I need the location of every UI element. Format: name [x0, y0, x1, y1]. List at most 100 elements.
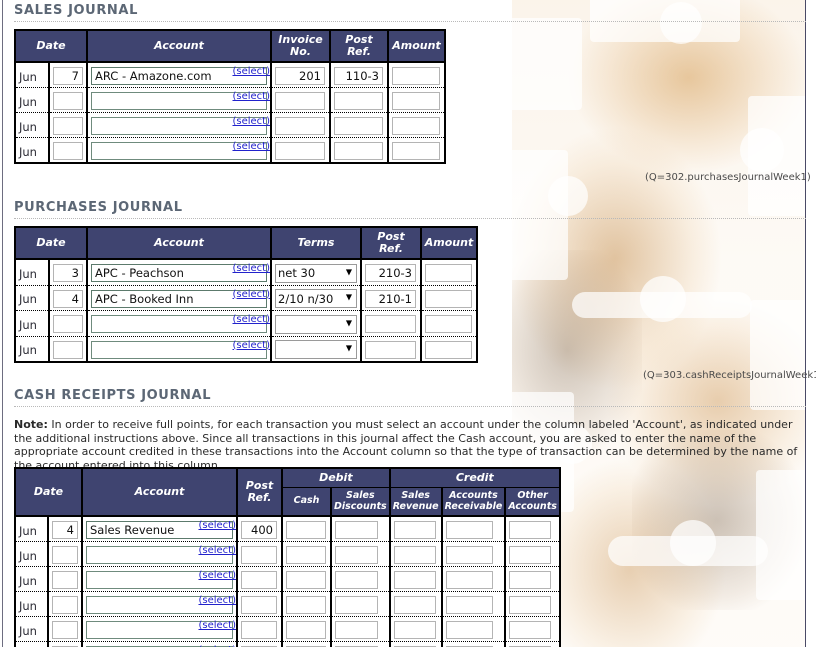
- cr-sales-discounts-input[interactable]: [335, 621, 378, 639]
- sales-day-input[interactable]: [53, 142, 83, 160]
- purchases-terms-select[interactable]: 2/10 n/30: [275, 289, 357, 308]
- cr-sales-revenue-input[interactable]: [393, 621, 436, 639]
- cr-postref-input[interactable]: [241, 521, 277, 539]
- purchases-account-cell: (select): [86, 310, 272, 337]
- purchases-col-amount: Amount: [420, 227, 478, 260]
- cr-col-other-accounts: Other Accounts: [504, 487, 561, 517]
- purchases-amount-input[interactable]: [425, 264, 472, 283]
- sales-amount-cell: [387, 137, 446, 163]
- cr-sales-discounts-input[interactable]: [335, 546, 378, 564]
- purchases-day-input[interactable]: [53, 315, 83, 334]
- cr-other-accounts-input[interactable]: [509, 546, 552, 564]
- cr-accounts-receivable-input[interactable]: [445, 521, 493, 539]
- purchases-postref-input[interactable]: [365, 315, 416, 334]
- sales-invoice-input[interactable]: [275, 92, 325, 110]
- purchases-day-input[interactable]: [53, 264, 83, 283]
- cr-accounts-receivable-input[interactable]: [445, 596, 493, 614]
- cr-sales-revenue-input[interactable]: [393, 596, 436, 614]
- sales-account-select-link[interactable]: (select): [232, 91, 270, 102]
- sales-account-select-link[interactable]: (select): [232, 141, 270, 152]
- purchases-day-cell: [48, 336, 88, 362]
- cr-postref-input[interactable]: [241, 596, 277, 614]
- cr-other-accounts-input[interactable]: [509, 521, 552, 539]
- purchases-postref-input[interactable]: [365, 264, 416, 283]
- sales-day-input[interactable]: [53, 117, 83, 135]
- sales-postref-input[interactable]: [334, 92, 383, 110]
- cr-cash-cell: [281, 591, 332, 617]
- purchases-amount-input[interactable]: [425, 340, 472, 359]
- cr-account-select-link[interactable]: (select): [198, 620, 236, 631]
- cr-account-select-link[interactable]: (select): [198, 595, 236, 606]
- table-row: Jun (select): [14, 566, 561, 592]
- cr-postref-input[interactable]: [241, 571, 277, 589]
- purchases-postref-input[interactable]: [365, 340, 416, 359]
- sales-amount-input[interactable]: [392, 92, 440, 110]
- purchases-amount-input[interactable]: [425, 315, 472, 334]
- purchases-col-account: Account: [86, 227, 272, 260]
- purchases-terms-select[interactable]: net 30: [275, 263, 357, 283]
- cr-postref-cell: [236, 541, 283, 567]
- cr-other-accounts-input[interactable]: [509, 571, 552, 589]
- purchases-day-input[interactable]: [53, 289, 83, 308]
- sales-amount-input[interactable]: [392, 117, 440, 135]
- cr-accounts-receivable-input[interactable]: [445, 571, 493, 589]
- sales-day-input[interactable]: [53, 67, 83, 85]
- cr-account-select-link[interactable]: (select): [198, 545, 236, 556]
- cr-cash-input[interactable]: [286, 596, 326, 614]
- purchases-amount-input[interactable]: [425, 289, 472, 308]
- cr-sales-discounts-input[interactable]: [335, 521, 378, 539]
- purchases-postref-input[interactable]: [365, 289, 416, 308]
- cr-cash-input[interactable]: [286, 521, 326, 539]
- cr-postref-input[interactable]: [241, 621, 277, 639]
- sales-account-select-link[interactable]: (select): [232, 116, 270, 127]
- cr-day-input[interactable]: [52, 596, 78, 614]
- sales-account-cell: (select): [86, 62, 272, 88]
- purchases-day-input[interactable]: [53, 340, 83, 359]
- cr-other-accounts-input[interactable]: [509, 621, 552, 639]
- cr-cash-input[interactable]: [286, 621, 326, 639]
- cr-accounts-receivable-cell: [440, 591, 507, 617]
- cr-col-accounts-receivable: Accounts Receivable: [440, 487, 507, 517]
- cr-accounts-receivable-input[interactable]: [445, 546, 493, 564]
- sales-postref-input[interactable]: [334, 142, 383, 160]
- cr-sales-revenue-input[interactable]: [393, 571, 436, 589]
- cr-cash-input[interactable]: [286, 546, 326, 564]
- sales-invoice-input[interactable]: [275, 142, 325, 160]
- sales-day-input[interactable]: [53, 92, 83, 110]
- cr-day-input[interactable]: [52, 621, 78, 639]
- sales-col-post-ref: Post Ref.: [329, 30, 389, 63]
- purchases-account-select-link[interactable]: (select): [232, 314, 270, 325]
- sales-postref-input[interactable]: [334, 117, 383, 135]
- sales-invoice-input[interactable]: [275, 117, 325, 135]
- cr-day-input[interactable]: [52, 521, 78, 539]
- cr-day-input[interactable]: [52, 546, 78, 564]
- cr-account-select-link[interactable]: (select): [198, 570, 236, 581]
- sales-month-label-cell: Jun: [14, 87, 50, 113]
- cr-accounts-receivable-input[interactable]: [445, 621, 493, 639]
- cash-receipts-journal-table: Date Account Post Ref. Debit Credit Cash …: [14, 467, 561, 647]
- sales-account-cell: (select): [86, 137, 272, 163]
- purchases-account-select-link[interactable]: (select): [232, 340, 270, 351]
- sales-col-account: Account: [86, 30, 272, 63]
- cr-sales-revenue-input[interactable]: [393, 521, 436, 539]
- sales-postref-input[interactable]: [334, 67, 383, 85]
- cr-other-accounts-input[interactable]: [509, 596, 552, 614]
- sales-account-select-link[interactable]: (select): [232, 66, 270, 77]
- purchases-terms-select[interactable]: [275, 314, 357, 334]
- purchases-account-select-link[interactable]: (select): [232, 289, 270, 300]
- sales-invoice-input[interactable]: [275, 67, 325, 85]
- cr-sales-revenue-input[interactable]: [393, 546, 436, 564]
- cr-account-select-link[interactable]: (select): [198, 520, 236, 531]
- cr-other-accounts-cell: [504, 591, 561, 617]
- cr-sales-discounts-input[interactable]: [335, 596, 378, 614]
- purchases-account-select-link[interactable]: (select): [232, 263, 270, 274]
- purchases-terms-select[interactable]: [275, 340, 357, 359]
- sales-amount-input[interactable]: [392, 67, 440, 85]
- sales-amount-input[interactable]: [392, 142, 440, 160]
- purchases-terms-cell: ▼: [270, 336, 362, 362]
- cr-sales-discounts-input[interactable]: [335, 571, 378, 589]
- cr-postref-input[interactable]: [241, 546, 277, 564]
- cr-day-input[interactable]: [52, 571, 78, 589]
- cr-sales-revenue-cell: [388, 591, 443, 617]
- cr-cash-input[interactable]: [286, 571, 326, 589]
